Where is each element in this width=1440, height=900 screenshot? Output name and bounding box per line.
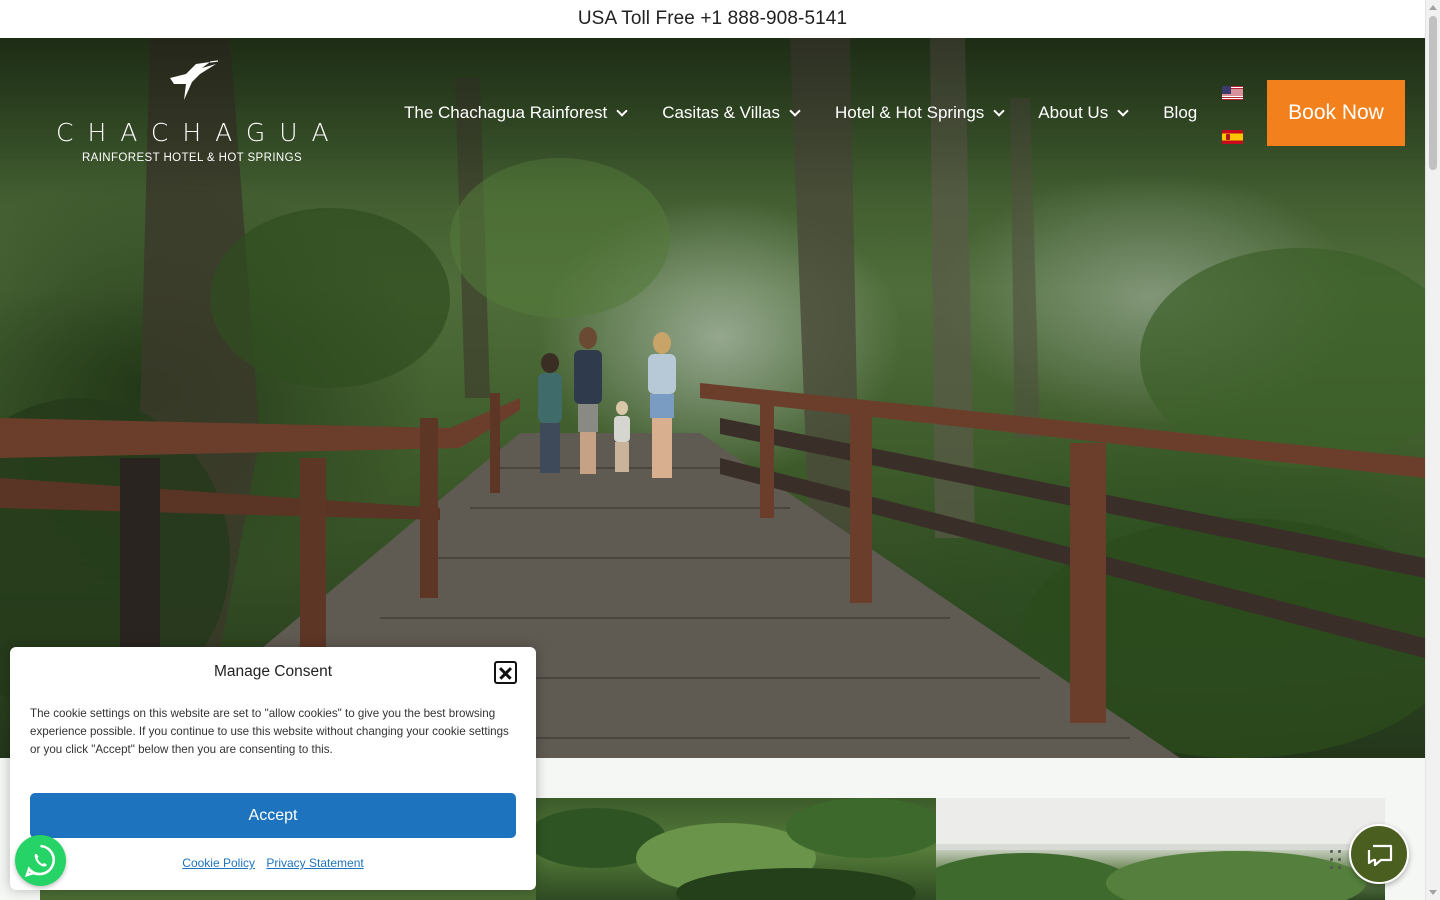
es-flag-icon[interactable] <box>1222 130 1243 144</box>
scroll-up-arrow-icon[interactable] <box>1429 5 1437 10</box>
hummingbird-logo-icon <box>170 60 218 100</box>
nav-item-label: About Us <box>1038 103 1109 122</box>
consent-title: Manage Consent <box>213 663 333 680</box>
content-image-palms <box>536 798 936 900</box>
cookie-policy-link[interactable]: Cookie Policy <box>182 856 255 870</box>
toll-free-bar: USA Toll Free +1 888-908-5141 <box>0 0 1425 38</box>
nav-item-about-us[interactable]: About Us <box>1038 103 1129 123</box>
nav-item-blog[interactable]: Blog <box>1163 103 1197 123</box>
chevron-down-icon <box>993 104 1005 117</box>
drag-handle-icon[interactable] <box>1330 850 1344 870</box>
close-icon[interactable] <box>494 661 517 684</box>
es-flag-crest <box>1226 134 1230 140</box>
logo-wordmark: CHACHAGUA <box>56 118 343 147</box>
page-scrollbar[interactable] <box>1425 0 1440 900</box>
main-nav: The Chachagua Rainforest Casitas & Villa… <box>404 100 1197 126</box>
us-flag-icon[interactable] <box>1222 86 1243 100</box>
nav-item-label: Casitas & Villas <box>662 103 780 122</box>
nav-item-label: Blog <box>1163 103 1198 122</box>
accept-button[interactable]: Accept <box>30 793 516 838</box>
nav-item-casitas-villas[interactable]: Casitas & Villas <box>662 103 801 123</box>
scroll-down-arrow-icon[interactable] <box>1429 890 1437 895</box>
cookie-consent-dialog: Manage Consent The cookie settings on th… <box>10 647 536 890</box>
book-now-button[interactable]: Book Now <box>1267 80 1405 146</box>
whatsapp-icon <box>24 844 55 877</box>
toll-free-phone[interactable]: USA Toll Free +1 888-908-5141 <box>578 8 847 30</box>
scrollbar-thumb[interactable] <box>1429 16 1437 170</box>
nav-item-chachagua-rainforest[interactable]: The Chachagua Rainforest <box>404 103 628 123</box>
villa-illustration <box>936 798 1385 900</box>
chevron-down-icon <box>1117 104 1129 117</box>
palms-illustration <box>536 798 936 900</box>
logo-tagline: RAINFOREST HOTEL & HOT SPRINGS <box>81 152 303 164</box>
consent-links: Cookie Policy Privacy Statement <box>10 856 536 870</box>
nav-item-label: Hotel & Hot Springs <box>834 103 985 122</box>
privacy-statement-link[interactable]: Privacy Statement <box>266 856 363 870</box>
chevron-down-icon <box>789 104 801 117</box>
chevron-down-icon <box>616 104 628 117</box>
site-logo[interactable]: CHACHAGUA RAINFOREST HOTEL & HOT SPRINGS <box>42 60 332 170</box>
whatsapp-button[interactable] <box>15 835 66 886</box>
chat-widget-button[interactable] <box>1349 824 1409 884</box>
chat-bubble-icon <box>1367 844 1393 867</box>
consent-message: The cookie settings on this website are … <box>30 707 509 756</box>
nav-item-label: The Chachagua Rainforest <box>404 103 608 122</box>
content-image-villa <box>936 798 1385 900</box>
us-flag-canton <box>1222 86 1231 94</box>
nav-item-hotel-hot-springs[interactable]: Hotel & Hot Springs <box>834 103 1005 123</box>
